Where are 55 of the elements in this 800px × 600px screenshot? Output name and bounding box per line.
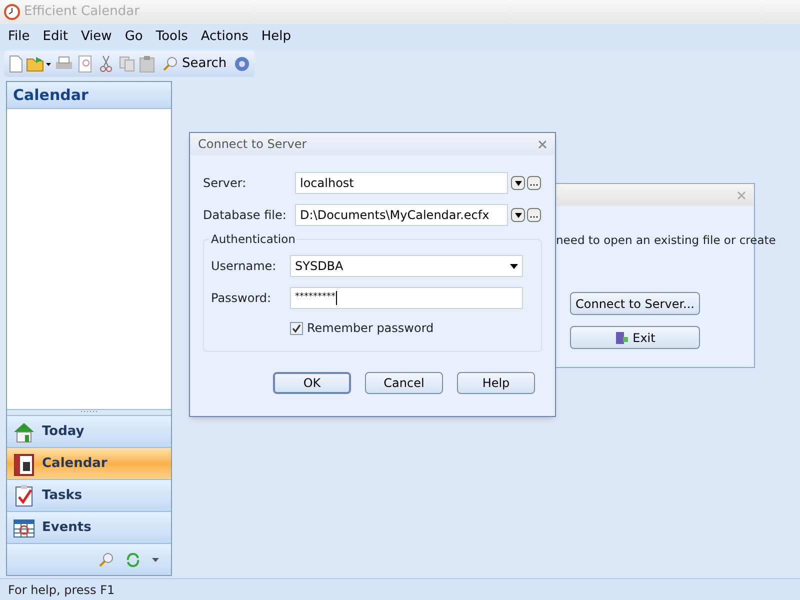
- search-icon[interactable]: [98, 552, 114, 568]
- nav-item[interactable]: Calendar: [7, 447, 171, 479]
- dialog-button[interactable]: Help: [457, 372, 535, 394]
- exit-button[interactable]: Exit: [570, 326, 700, 349]
- checkbox[interactable]: [290, 322, 303, 334]
- browse-button[interactable]: [527, 208, 541, 222]
- field-label: Username:: [211, 258, 278, 275]
- caret-icon: [514, 212, 522, 218]
- menu-item[interactable]: View: [80, 27, 112, 47]
- dialog-message: need to open an existing file or create: [556, 233, 776, 247]
- menu-item[interactable]: Edit: [42, 27, 68, 47]
- help-icon[interactable]: [232, 55, 251, 73]
- field-label: Server:: [203, 175, 248, 192]
- menu-item[interactable]: File: [8, 27, 30, 47]
- password-field[interactable]: *********: [290, 287, 523, 309]
- caret-icon: [510, 264, 518, 268]
- menu-item[interactable]: Help: [261, 27, 292, 47]
- menu-item[interactable]: Go: [124, 27, 143, 47]
- paste-icon[interactable]: [138, 55, 156, 73]
- copy-icon[interactable]: [118, 55, 136, 73]
- calendar-icon: [12, 452, 36, 476]
- connect-button[interactable]: Connect to Server...: [570, 292, 700, 315]
- search-button[interactable]: Search: [158, 53, 231, 75]
- field-label: Password:: [211, 290, 272, 307]
- username-dropdown[interactable]: SYSDBA: [290, 255, 523, 277]
- browse-button[interactable]: [527, 176, 541, 190]
- nav-item[interactable]: Today: [7, 415, 171, 447]
- close-icon[interactable]: [538, 140, 547, 148]
- field-label: Database file:: [203, 207, 288, 224]
- clock-icon: [4, 4, 20, 20]
- sidebar-title: Calendar: [7, 82, 171, 109]
- close-icon[interactable]: [737, 190, 746, 200]
- menu-item[interactable]: Actions: [200, 27, 248, 47]
- print-preview-icon[interactable]: [76, 55, 94, 73]
- door-icon: [614, 330, 629, 344]
- splitter-handle[interactable]: [7, 409, 171, 415]
- dialog-button[interactable]: Cancel: [365, 372, 443, 394]
- dropdown-button[interactable]: [511, 176, 525, 190]
- nav-item[interactable]: Tasks: [7, 479, 171, 511]
- caret-icon: [514, 180, 522, 186]
- caret-icon[interactable]: [152, 558, 159, 562]
- refresh-icon[interactable]: [126, 552, 140, 566]
- window-title: Efficient Calendar: [24, 3, 140, 22]
- database-field[interactable]: D:\Documents\MyCalendar.ecfx: [295, 204, 508, 226]
- dialog-button[interactable]: OK: [273, 372, 351, 394]
- nav-item[interactable]: Events: [7, 511, 171, 543]
- new-document-icon[interactable]: [8, 55, 24, 73]
- dialog-title: Connect to Server: [198, 136, 307, 153]
- status-bar: For help, press F1: [0, 578, 800, 600]
- menu-item[interactable]: Tools: [156, 27, 188, 47]
- search-icon: [162, 56, 178, 72]
- checkbox-label: Remember password: [307, 320, 434, 337]
- server-field[interactable]: localhost: [295, 172, 508, 194]
- open-folder-icon[interactable]: [26, 55, 52, 73]
- dropdown-button[interactable]: [511, 208, 525, 222]
